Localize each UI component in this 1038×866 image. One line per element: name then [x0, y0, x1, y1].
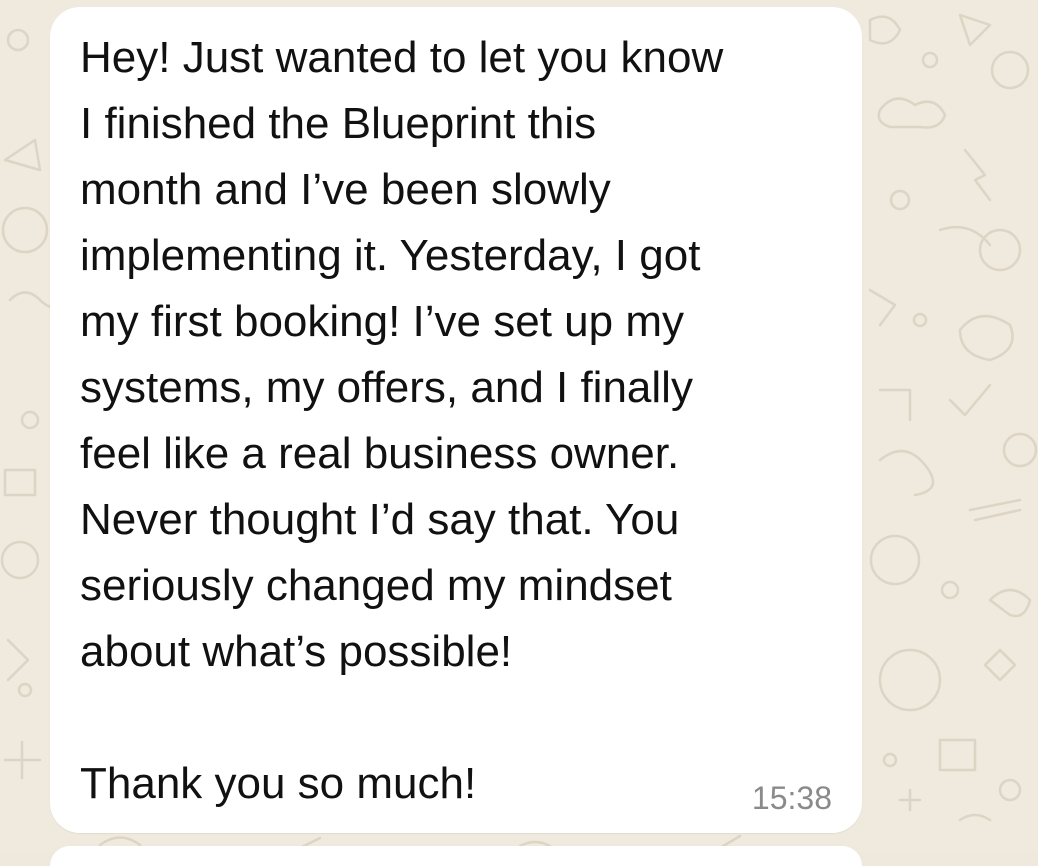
message-timestamp: 15:38 [751, 780, 832, 816]
incoming-message-bubble[interactable]: Hey! Just wanted to let you know I finis… [50, 7, 862, 833]
message-text: Hey! Just wanted to let you know I finis… [80, 33, 724, 808]
next-message-bubble[interactable] [50, 846, 862, 866]
